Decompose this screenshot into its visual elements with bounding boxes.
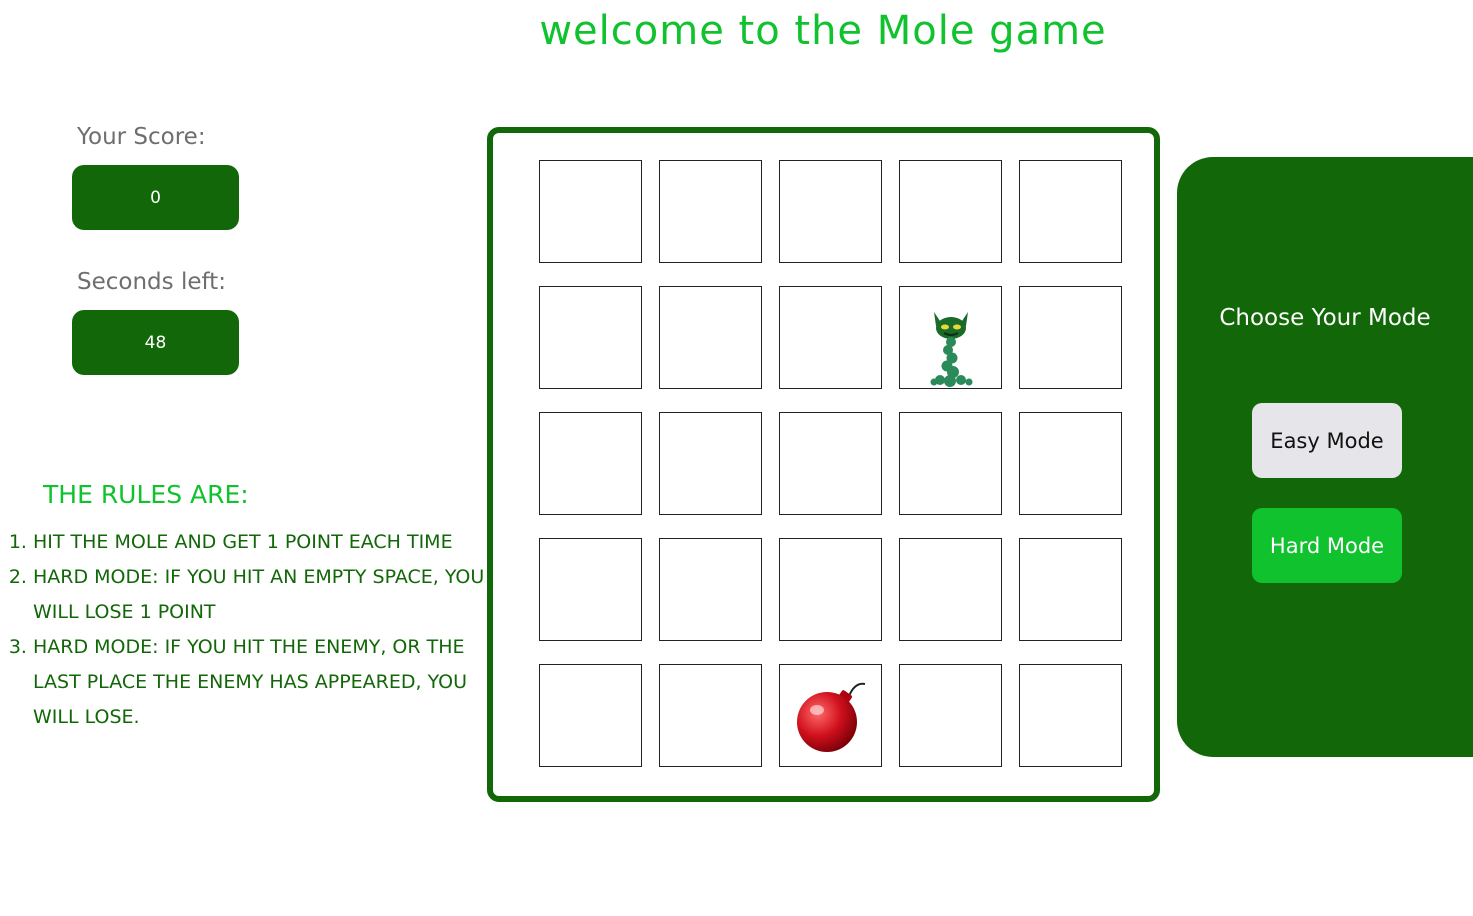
bomb-icon: [796, 682, 865, 752]
mole-icon: [930, 312, 972, 387]
rule-item: Hard mode: if you hit the enemy, or the …: [33, 630, 503, 735]
board-cell[interactable]: [539, 286, 642, 389]
board-cell[interactable]: [1019, 412, 1122, 515]
board-cell[interactable]: [659, 664, 762, 767]
board-cell[interactable]: [779, 160, 882, 263]
rules-title: The rules are:: [43, 480, 249, 509]
board-cell[interactable]: [659, 412, 762, 515]
rules-list: Hit the mole and get 1 point each time H…: [8, 525, 503, 735]
easy-mode-button[interactable]: Easy Mode: [1252, 403, 1402, 478]
board-cell[interactable]: [899, 412, 1002, 515]
board-cell[interactable]: [779, 538, 882, 641]
board-cell[interactable]: [539, 664, 642, 767]
page-title: welcome to the Mole game: [539, 8, 1107, 54]
hard-mode-button[interactable]: Hard Mode: [1252, 508, 1402, 583]
timer-display: 48: [72, 310, 239, 375]
board-cell[interactable]: [659, 538, 762, 641]
board-cell[interactable]: [1019, 664, 1122, 767]
game-board: [487, 127, 1160, 802]
score-display: 0: [72, 165, 239, 230]
mode-panel: Choose Your Mode Easy Mode Hard Mode: [1177, 157, 1473, 757]
board-cell[interactable]: [1019, 286, 1122, 389]
board-cell[interactable]: [899, 538, 1002, 641]
board-cell[interactable]: [659, 160, 762, 263]
board-cell[interactable]: [659, 286, 762, 389]
board-cell[interactable]: [539, 538, 642, 641]
board-cell[interactable]: [539, 160, 642, 263]
board-cell[interactable]: [779, 286, 882, 389]
board-cell[interactable]: [779, 412, 882, 515]
board-cell[interactable]: [1019, 538, 1122, 641]
mode-panel-title: Choose Your Mode: [1219, 305, 1431, 331]
score-label: Your Score:: [77, 124, 206, 150]
timer-label: Seconds left:: [77, 269, 226, 295]
board-cell[interactable]: [779, 664, 882, 767]
board-cell[interactable]: [899, 664, 1002, 767]
board-cell[interactable]: [899, 286, 1002, 389]
board-cell[interactable]: [1019, 160, 1122, 263]
board-cell[interactable]: [539, 412, 642, 515]
rule-item: Hit the mole and get 1 point each time: [33, 525, 503, 560]
rule-item: Hard mode: if you hit an empty space, yo…: [33, 560, 503, 630]
board-cell[interactable]: [899, 160, 1002, 263]
